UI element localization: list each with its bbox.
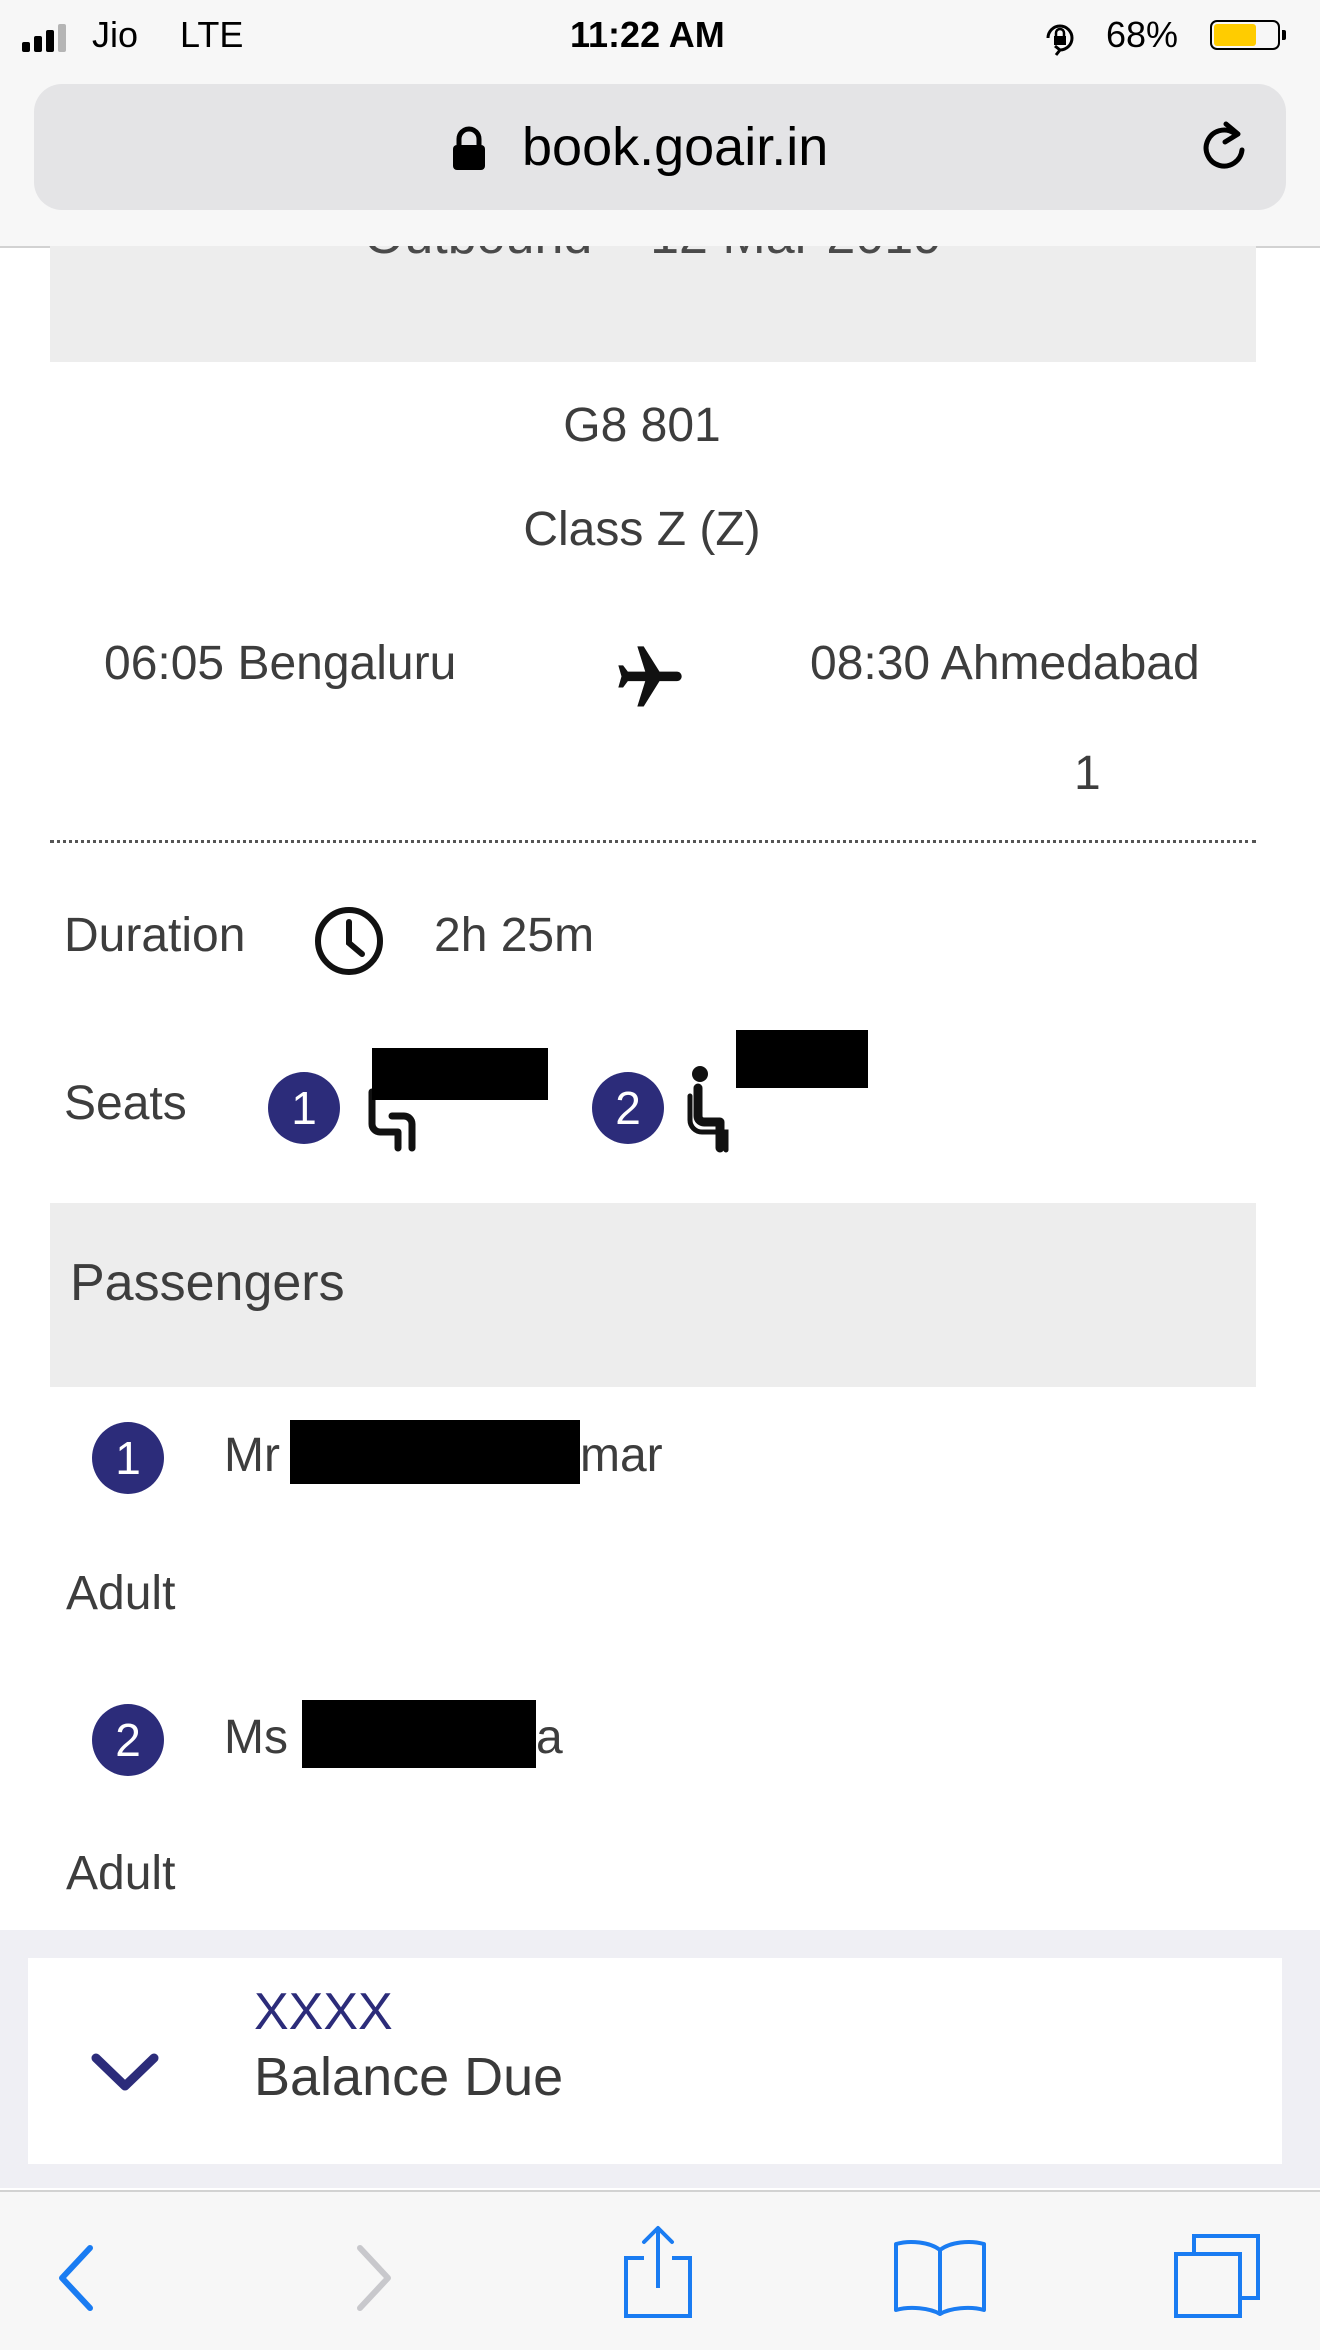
safari-toolbar [0, 2190, 1320, 2350]
share-icon[interactable] [618, 2222, 698, 2322]
seat-badge-1: 1 [268, 1072, 340, 1144]
passenger-row: 1 Mr mar [0, 1420, 1320, 1550]
passenger-badge-2: 2 [92, 1704, 164, 1776]
passenger-row: 2 Ms a [0, 1700, 1320, 1830]
passenger-badge-1: 1 [92, 1422, 164, 1494]
redacted-seat-2 [736, 1030, 868, 1088]
passengers-header: Passengers [50, 1203, 1256, 1387]
redacted-name-2 [302, 1700, 536, 1768]
departure-info: 06:05 Bengaluru [104, 637, 457, 690]
url-text: book.goair.in [522, 117, 829, 177]
carrier-name: Jio [92, 14, 139, 55]
back-icon[interactable] [54, 2242, 98, 2314]
passenger-title-2: Ms [224, 1711, 288, 1764]
network-type: LTE [180, 14, 244, 55]
clock: 11:22 AM [570, 14, 725, 55]
redacted-name-1 [290, 1420, 580, 1484]
balance-card[interactable]: XXXX Balance Due [28, 1958, 1282, 2164]
balance-label: Balance Due [254, 2047, 564, 2107]
passenger-type-2: Adult [66, 1847, 176, 1900]
address-bar[interactable]: book.goair.in [34, 84, 1286, 210]
stops-value: 1 [1074, 747, 1101, 800]
passengers-title: Passengers [70, 1254, 345, 1312]
flight-number: G8 801 [563, 399, 721, 452]
forward-icon[interactable] [352, 2242, 396, 2314]
browser-chrome: book.goair.in [0, 72, 1320, 248]
chevron-down-icon[interactable] [90, 2050, 160, 2094]
airplane-icon [618, 646, 682, 707]
reload-icon[interactable] [1198, 118, 1254, 178]
outbound-title: Outbound – 12 Mar 2019 [50, 246, 1256, 266]
status-bar: Jio LTE 11:22 AM 68% [0, 0, 1320, 72]
passenger-name-suffix-1: mar [580, 1429, 663, 1482]
arrival-info: 08:30 Ahmedabad [810, 637, 1200, 690]
seats-label: Seats [64, 1077, 187, 1130]
signal-icon [22, 22, 82, 52]
fare-class: Class Z (Z) [523, 503, 761, 556]
orientation-lock-icon [1046, 24, 1074, 56]
outbound-header: Outbound – 12 Mar 2019 [50, 246, 1256, 362]
battery-percent: 68% [1106, 14, 1179, 55]
passenger-type-1: Adult [66, 1567, 176, 1620]
redacted-seat-1 [372, 1048, 548, 1100]
duration-value: 2h 25m [434, 909, 595, 962]
lock-icon [453, 126, 485, 170]
tabs-icon[interactable] [1170, 2230, 1266, 2322]
divider [50, 840, 1256, 843]
clock-icon [315, 907, 383, 975]
balance-amount: XXXX [254, 1983, 393, 2041]
passenger-title-1: Mr [224, 1429, 280, 1482]
passenger-name-suffix-2: a [536, 1711, 563, 1764]
bookmarks-icon[interactable] [890, 2236, 990, 2316]
seat-badge-2: 2 [592, 1072, 664, 1144]
battery-icon [1210, 20, 1290, 54]
duration-label: Duration [64, 909, 246, 962]
